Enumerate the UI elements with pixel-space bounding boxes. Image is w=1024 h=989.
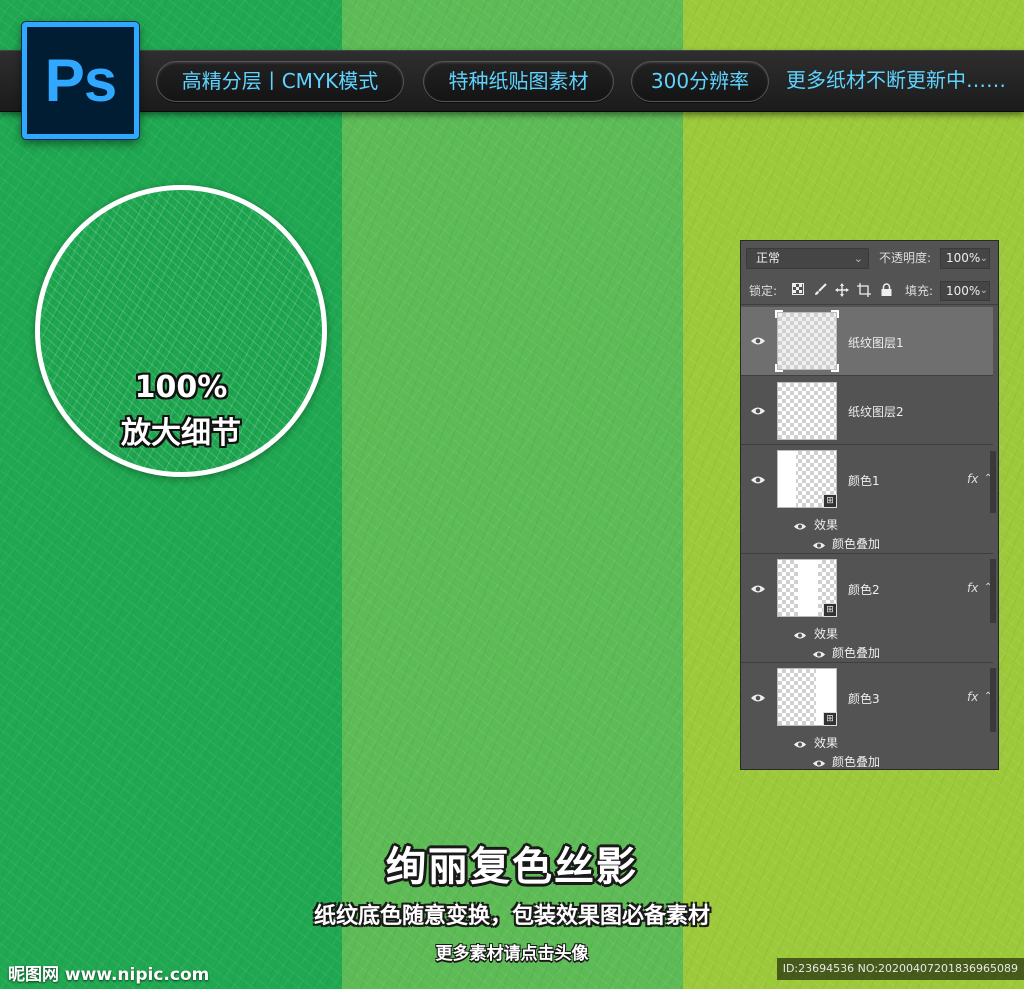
banner-pill-resolution: 300分辨率 (631, 61, 769, 102)
eye-icon[interactable] (750, 693, 766, 703)
banner-pill-layers-cmyk: 高精分层丨CMYK模式 (156, 61, 404, 102)
headline-title: 绚丽复色丝影 (386, 844, 638, 890)
scrollbar[interactable] (990, 451, 996, 513)
lock-artboard-icon[interactable] (856, 283, 872, 299)
layer-name: 颜色1 (848, 474, 880, 488)
blend-mode-select[interactable]: 正常 ⌄ (746, 248, 869, 269)
layer-thumbnail (775, 310, 839, 372)
fx-icon[interactable]: fx (967, 472, 978, 486)
image-id-watermark: ID:23694536 NO:20200407201836965089 (776, 958, 1024, 980)
lock-move-icon[interactable] (834, 283, 850, 299)
layer-row-color-1[interactable]: ⊞ 颜色1 fx ⌃ 效果 颜色叠加 (741, 446, 993, 554)
scrollbar[interactable] (990, 559, 996, 623)
layer-row-color-3[interactable]: ⊞ 颜色3 fx ⌃ 效果 颜色叠加 (741, 664, 993, 770)
layer-name: 颜色3 (848, 692, 880, 706)
layer-name: 纸纹图层2 (848, 405, 904, 419)
eye-icon[interactable] (812, 757, 826, 767)
layer-thumbnail (777, 382, 837, 440)
chevron-down-icon: ⌄ (979, 285, 988, 296)
banner-more-text: 更多纸材不断更新中…… (786, 68, 1006, 92)
effect-color-overlay: 颜色叠加 (832, 646, 881, 660)
eye-icon[interactable] (793, 738, 807, 748)
eye-icon[interactable] (750, 584, 766, 594)
chevron-down-icon: ⌄ (853, 252, 863, 265)
fill-value: 100% (946, 284, 981, 298)
eye-icon[interactable] (793, 520, 807, 530)
layers-panel: 正常 ⌄ 不透明度: 100% ⌄ 锁定: 填充: 100% ⌄ 纸纹图层1 纸… (740, 240, 999, 770)
nipic-watermark: 昵图网 www.nipic.com (8, 965, 210, 985)
layer-row-paper-2[interactable]: 纸纹图层2 (741, 377, 993, 445)
effects-label: 效果 (814, 627, 839, 641)
effects-label: 效果 (814, 736, 839, 750)
zoom-percent: 100% (134, 370, 228, 405)
lock-all-icon[interactable] (878, 283, 894, 299)
lock-brush-icon[interactable] (812, 283, 828, 299)
lock-icons-group (790, 281, 894, 301)
effect-color-overlay: 颜色叠加 (832, 537, 881, 551)
subline-text: 纸纹底色随意变换，包装效果图必备素材 (313, 904, 710, 929)
layer-thumbnail: ⊞ (777, 668, 837, 726)
eye-icon[interactable] (750, 475, 766, 485)
layer-row-paper-1[interactable]: 纸纹图层1 (741, 307, 993, 376)
opacity-label: 不透明度: (879, 251, 932, 265)
banner-pill-special-paper: 特种纸贴图素材 (423, 61, 614, 102)
fx-icon[interactable]: fx (967, 581, 978, 595)
eye-icon[interactable] (793, 629, 807, 639)
blend-mode-value: 正常 (756, 251, 781, 265)
lock-label: 锁定: (749, 284, 778, 298)
panel-lock-row: 锁定: 填充: 100% ⌄ (741, 277, 998, 305)
opacity-input[interactable]: 100% ⌄ (940, 248, 990, 269)
layer-row-color-2[interactable]: ⊞ 颜色2 fx ⌃ 效果 颜色叠加 (741, 555, 993, 663)
layer-name: 颜色2 (848, 583, 880, 597)
photoshop-logo-text: Ps (44, 47, 117, 114)
chevron-down-icon: ⌄ (979, 253, 988, 264)
eye-icon[interactable] (812, 648, 826, 658)
effect-color-overlay: 颜色叠加 (832, 755, 881, 769)
layer-thumbnail: ⊞ (777, 559, 837, 617)
eye-icon[interactable] (812, 539, 826, 549)
fill-label: 填充: (905, 284, 934, 298)
layer-name: 纸纹图层1 (848, 336, 904, 350)
zoom-label: 放大细节 (121, 416, 241, 451)
panel-blend-row: 正常 ⌄ 不透明度: 100% ⌄ (741, 241, 998, 275)
eye-icon[interactable] (750, 406, 766, 416)
smart-object-icon: ⊞ (823, 603, 837, 617)
photoshop-logo-icon: Ps (22, 22, 139, 139)
smart-object-icon: ⊞ (823, 494, 837, 508)
smart-object-icon: ⊞ (823, 712, 837, 726)
effects-label: 效果 (814, 518, 839, 532)
scrollbar[interactable] (990, 668, 996, 732)
fill-input[interactable]: 100% ⌄ (940, 281, 990, 301)
fx-icon[interactable]: fx (967, 690, 978, 704)
layer-thumbnail: ⊞ (777, 450, 837, 508)
eye-icon[interactable] (750, 336, 766, 346)
zoom-detail-circle: 100% 放大细节 (35, 185, 327, 477)
opacity-value: 100% (946, 251, 981, 265)
lock-transparent-icon[interactable] (790, 283, 806, 299)
